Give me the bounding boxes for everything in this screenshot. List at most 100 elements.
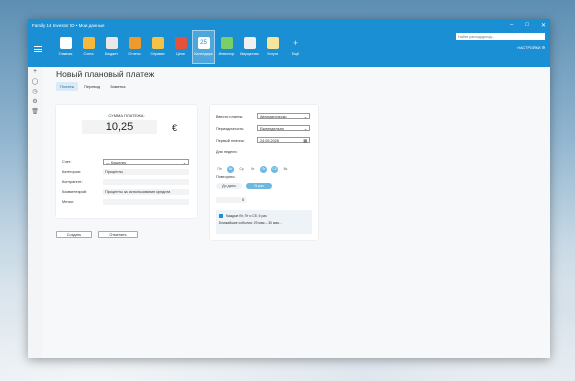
- counterparty-label: Контрагент:: [62, 180, 83, 184]
- weekday-3[interactable]: Чт: [249, 166, 256, 173]
- nav-icon: [220, 37, 233, 49]
- nav-icon: [105, 37, 118, 49]
- history-icon[interactable]: ◷: [28, 87, 42, 97]
- nav-item-label: Отчеты: [128, 52, 141, 56]
- payment-card: СУММА ПЛАТЕЖА: 10,25 € Счет: — Кошелек ⌄…: [56, 105, 197, 218]
- window-title: Family 14 Investor ID • Мои данные: [32, 22, 105, 28]
- first-payment-value: 24.05.2026: [260, 139, 280, 143]
- comment-label: Комментарий:: [62, 190, 87, 194]
- create-button[interactable]: Создать: [56, 231, 92, 238]
- nav-item-label: Бюджет: [104, 52, 118, 56]
- settings-link[interactable]: НАСТРОЙКИ ⚙: [517, 45, 545, 50]
- nav-item-4[interactable]: Справки: [147, 31, 168, 63]
- account-value: — Кошелек: [106, 161, 127, 165]
- chevron-down-icon: ⌄: [303, 127, 307, 131]
- app-window: Family 14 Investor ID • Мои данные – □ ✕…: [28, 19, 550, 358]
- tab-transfer[interactable]: Перевод: [80, 82, 104, 91]
- weekday-0[interactable]: Пн: [216, 166, 223, 173]
- tags-field[interactable]: [103, 199, 189, 205]
- minimize-icon[interactable]: –: [510, 22, 513, 28]
- tab-note[interactable]: Заметка: [106, 82, 129, 91]
- chevron-down-icon: ⌄: [303, 115, 307, 119]
- nav-item-label: Ещё: [291, 52, 300, 56]
- weekday-picker: Пн Вт Ср Чт Пт Сб Вс: [216, 157, 293, 175]
- currency-symbol[interactable]: €: [172, 123, 177, 133]
- period-select[interactable]: Еженедельно ⌄: [257, 125, 310, 131]
- nav-item-2[interactable]: Бюджет: [101, 31, 122, 63]
- nav-icon: [82, 37, 95, 49]
- nav-item-8[interactable]: Имущество: [239, 31, 260, 63]
- nav-item-1[interactable]: Счета: [78, 31, 99, 63]
- period-value: Еженедельно: [260, 127, 284, 131]
- schedule-card: Ввести платеж: Автоматически ⌄ Периодичн…: [210, 105, 318, 240]
- weekday-2[interactable]: Ср: [238, 166, 245, 173]
- nav-item-label: Справки: [150, 52, 165, 56]
- first-payment-date[interactable]: 24.05.2026 ▦: [257, 137, 310, 143]
- left-sidebar: + ◯ ◷ ⚙ 🗑: [28, 67, 42, 358]
- category-field[interactable]: Проценты: [103, 169, 189, 175]
- amount-input[interactable]: 10,25: [82, 120, 157, 134]
- weekday-4[interactable]: Пт: [260, 166, 267, 173]
- nav-icon: [266, 37, 279, 49]
- tab-bar: Платеж Перевод Заметка: [56, 82, 130, 91]
- summary-line-1: Каждые Вт, Пт и Сб, 5 раз: [226, 213, 267, 218]
- cancel-button[interactable]: Отменить: [98, 231, 138, 238]
- account-select[interactable]: — Кошелек ⌄: [103, 159, 189, 165]
- nav-icon: [243, 37, 256, 49]
- period-label: Периодичность:: [216, 127, 245, 131]
- nav-item-label: Услуги: [266, 52, 279, 56]
- nav-item-3[interactable]: Отчеты: [124, 31, 145, 63]
- weekday-1[interactable]: Вт: [227, 166, 234, 173]
- hamburger-menu-icon[interactable]: [34, 46, 48, 52]
- nav-item-label: Главная: [58, 52, 73, 56]
- nav-item-6[interactable]: 25 Календарь: [192, 30, 215, 64]
- tab-payment[interactable]: Платеж: [56, 82, 78, 91]
- mode-label: Ввести платеж:: [216, 115, 244, 119]
- mode-select[interactable]: Автоматически ⌄: [257, 113, 310, 119]
- first-payment-label: Первый платеж:: [216, 139, 245, 143]
- account-label: Счет:: [62, 160, 72, 164]
- maximize-icon[interactable]: □: [525, 22, 529, 28]
- nav-icon: 25: [197, 37, 210, 49]
- summary-checkbox[interactable]: [219, 214, 223, 218]
- nav-item-label: Имущество: [239, 52, 260, 56]
- gear-icon[interactable]: ⚙: [28, 97, 42, 107]
- page-title: Новый плановый платеж: [56, 69, 155, 79]
- search-input[interactable]: [456, 33, 545, 40]
- schedule-summary: Каждые Вт, Пт и Сб, 5 раз Ближайшие собы…: [216, 210, 312, 234]
- nav-item-label: Счета: [83, 52, 94, 56]
- nav-icon: [174, 37, 187, 49]
- trash-icon[interactable]: 🗑: [28, 107, 42, 117]
- nav-item-0[interactable]: Главная: [55, 31, 76, 63]
- close-icon[interactable]: ✕: [541, 22, 546, 29]
- tags-label: Метки:: [62, 200, 74, 204]
- calendar-icon: ▦: [303, 139, 307, 143]
- summary-line-2: Ближайшие события: 29 мая – 30 мая...: [219, 221, 282, 225]
- plus-icon: +: [292, 38, 299, 48]
- weekday-6[interactable]: Вс: [282, 166, 289, 173]
- nav-icon: [128, 37, 141, 49]
- repeat-count-toggle[interactable]: N раз: [246, 183, 272, 189]
- chevron-down-icon: ⌄: [182, 161, 186, 165]
- add-icon[interactable]: +: [28, 67, 42, 77]
- weekday-5[interactable]: Сб: [271, 166, 278, 173]
- nav-item-7[interactable]: Инвестор: [216, 31, 237, 63]
- check-circle-icon[interactable]: ◯: [28, 77, 42, 87]
- nav-bar: Главная Счета Бюджет Отчеты Справки Цели 25 Кал…: [54, 30, 307, 64]
- nav-item-9[interactable]: Услуги: [262, 31, 283, 63]
- gear-icon: ⚙: [541, 46, 545, 50]
- repeat-times-input[interactable]: 5: [216, 197, 246, 203]
- nav-item-10[interactable]: + Ещё: [285, 31, 306, 63]
- days-label: Дни недели:: [216, 150, 238, 154]
- main-toolbar: Главная Счета Бюджет Отчеты Справки Цели 25 Кал…: [28, 30, 550, 67]
- counterparty-field[interactable]: [103, 179, 189, 185]
- settings-label: НАСТРОЙКИ: [517, 46, 541, 50]
- nav-item-label: Цели: [176, 52, 185, 56]
- nav-item-5[interactable]: Цели: [170, 31, 191, 63]
- nav-icon: [59, 37, 72, 49]
- comment-field[interactable]: Проценты за использование кредита: [103, 189, 189, 195]
- repeat-until-date-toggle[interactable]: До даты: [216, 183, 242, 189]
- window-controls: – □ ✕: [510, 19, 546, 31]
- main-content: Новый плановый платеж Платеж Перевод Зам…: [42, 67, 550, 358]
- nav-item-label: Инвестор: [218, 52, 235, 56]
